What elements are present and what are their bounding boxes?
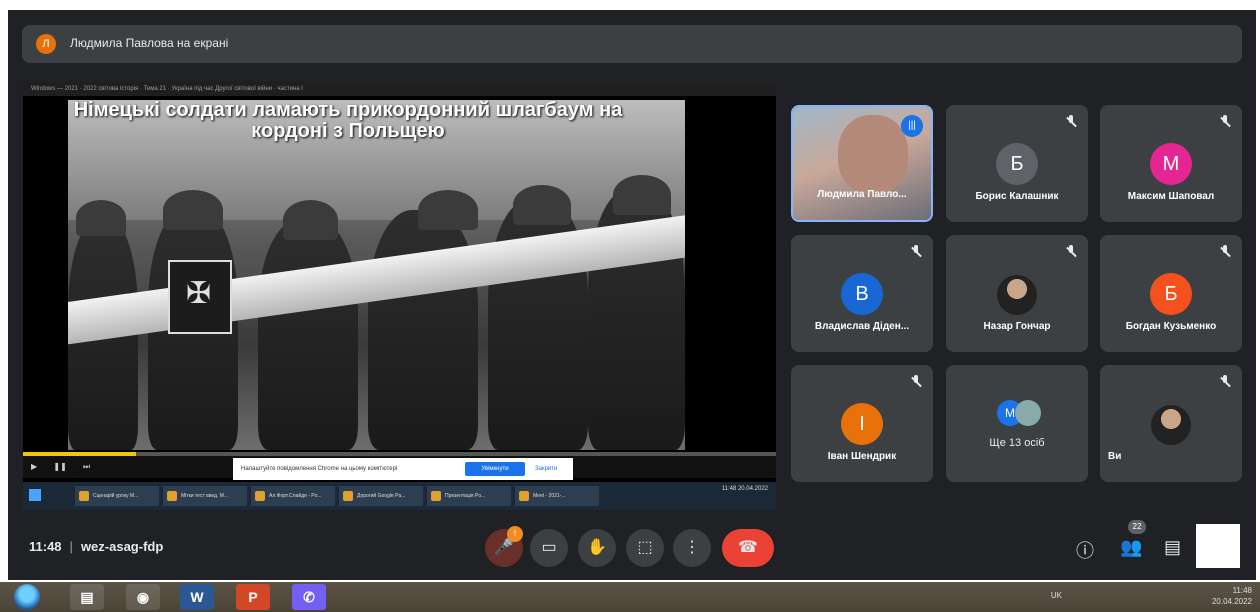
slide-caption: Німецькі солдати ламають прикордонний шл… bbox=[73, 99, 623, 142]
people-count-badge: 22 bbox=[1128, 520, 1146, 534]
leave-call-button[interactable]: ☎ bbox=[722, 529, 774, 567]
language-indicator[interactable]: UK bbox=[1051, 591, 1062, 600]
shared-taskbar-item[interactable]: Meet - 2021-... bbox=[515, 486, 599, 506]
mic-muted-icon bbox=[1220, 115, 1230, 129]
meeting-info-icon[interactable]: ⓘ bbox=[1076, 537, 1094, 563]
chrome-icon[interactable]: ◉ bbox=[126, 584, 160, 610]
polish-eagle-sign bbox=[168, 260, 232, 334]
participant-avatar: Б bbox=[996, 143, 1038, 185]
shared-window-titlebar: Windows — 2021 · 2022 світова історія · … bbox=[23, 82, 776, 96]
activities-panel-placeholder bbox=[1196, 524, 1240, 568]
mic-muted-icon bbox=[1066, 115, 1076, 129]
system-clock: 11:48 20.04.2022 bbox=[1192, 585, 1252, 607]
next-icon[interactable]: ⏭ bbox=[83, 462, 90, 472]
meeting-details: 11:48 | wez-asag-fdp bbox=[29, 539, 164, 554]
participant-avatar: В bbox=[841, 273, 883, 315]
historical-photo bbox=[68, 100, 685, 450]
meeting-time: 11:48 bbox=[29, 539, 62, 554]
word-icon[interactable]: W bbox=[180, 584, 214, 610]
participant-avatar: М bbox=[1150, 143, 1192, 185]
shared-taskbar-item[interactable]: Ал.Форт.Слайди - Po... bbox=[251, 486, 335, 506]
mic-warning-badge: ! bbox=[507, 526, 523, 542]
chat-icon[interactable]: ▤ bbox=[1164, 537, 1181, 558]
participant-tile[interactable]: Назар Гончар bbox=[946, 235, 1088, 352]
system-date: 20.04.2022 bbox=[1211, 597, 1252, 606]
participant-tile-presenter[interactable]: ||| Людмила Павло... bbox=[791, 105, 933, 222]
participant-name: Іван Шендрик bbox=[827, 451, 897, 462]
participant-tile[interactable]: І Іван Шендрик bbox=[791, 365, 933, 482]
participant-tile-self[interactable]: Ви bbox=[1100, 365, 1242, 482]
notification-text: Налаштуйте повідомлення Chrome на цьому … bbox=[241, 466, 398, 472]
meeting-code: wez-asag-fdp bbox=[80, 539, 164, 554]
presenter-banner: Л Людмила Павлова на екрані bbox=[22, 25, 1242, 63]
camera-toggle-button[interactable]: ▭ bbox=[530, 529, 568, 567]
participant-photo-avatar bbox=[997, 275, 1037, 315]
mic-muted-icon bbox=[1220, 245, 1230, 259]
play-icon[interactable]: ▶ bbox=[31, 462, 37, 471]
shared-taskbar-item[interactable]: Сценарій уроку M... bbox=[75, 486, 159, 506]
participant-tile[interactable]: В Владислав Діден... bbox=[791, 235, 933, 352]
shared-taskbar: Сценарій уроку M... Мітки тест введ. М...… bbox=[23, 482, 776, 510]
participant-name: Назар Гончар bbox=[983, 321, 1051, 332]
file-explorer-icon[interactable]: ▤ bbox=[70, 584, 104, 610]
more-participants-tile[interactable]: М Ще 13 осіб bbox=[946, 365, 1088, 482]
powerpoint-icon[interactable]: P bbox=[236, 584, 270, 610]
shared-screen: Windows — 2021 · 2022 світова історія · … bbox=[23, 82, 776, 510]
presenter-avatar: Л bbox=[36, 34, 56, 54]
presenter-label: Людмила Павлова на екрані bbox=[70, 36, 229, 50]
mic-muted-icon bbox=[911, 375, 921, 389]
windows-start-orb-icon[interactable] bbox=[14, 584, 40, 610]
mic-muted-icon bbox=[1220, 375, 1230, 389]
participant-photo-avatar bbox=[1015, 400, 1041, 426]
more-participants-avatars: М bbox=[997, 400, 1041, 426]
viber-icon[interactable]: ✆ bbox=[292, 584, 326, 610]
shared-clock: 11:48 20.04.2022 bbox=[721, 486, 768, 492]
chrome-notification: Налаштуйте повідомлення Chrome на цьому … bbox=[233, 458, 573, 480]
mic-muted-icon bbox=[1066, 245, 1076, 259]
participant-name: Богдан Кузьменко bbox=[1125, 321, 1217, 332]
more-options-button[interactable]: ⋮ bbox=[673, 529, 711, 567]
notification-enable-button[interactable]: Увімкнути bbox=[465, 462, 525, 476]
shared-taskbar-item[interactable]: Мітки тест введ. М... bbox=[163, 486, 247, 506]
self-photo-avatar bbox=[1151, 405, 1191, 445]
participant-name: Ви bbox=[1108, 451, 1122, 462]
more-participants-label: Ще 13 осіб bbox=[989, 437, 1045, 449]
system-time: 11:48 bbox=[1232, 586, 1252, 595]
participant-tile[interactable]: Б Борис Калашник bbox=[946, 105, 1088, 222]
participant-name: Людмила Павло... bbox=[817, 189, 907, 200]
windows-start-icon bbox=[29, 489, 41, 501]
raise-hand-button[interactable]: ✋ bbox=[578, 529, 616, 567]
mic-muted-icon bbox=[911, 245, 921, 259]
participant-tile[interactable]: Б Богдан Кузьменко bbox=[1100, 235, 1242, 352]
participant-avatar: І bbox=[841, 403, 883, 445]
pause-icon[interactable]: ❚❚ bbox=[53, 462, 66, 471]
shared-taskbar-item[interactable]: Дорогий Google Pa... bbox=[339, 486, 423, 506]
participant-name: Борис Калашник bbox=[975, 191, 1059, 202]
participant-avatar: Б bbox=[1150, 273, 1192, 315]
windows-taskbar: ▤ ◉ W P ✆ UK 11:48 20.04.2022 bbox=[0, 582, 1260, 612]
participant-name: Максим Шаповал bbox=[1127, 191, 1215, 202]
speaking-indicator-icon: ||| bbox=[901, 115, 923, 137]
people-icon[interactable]: 👥 bbox=[1120, 537, 1142, 558]
participant-name: Владислав Діден... bbox=[814, 321, 910, 332]
present-screen-button[interactable]: ⬚ bbox=[626, 529, 664, 567]
notification-close-link[interactable]: Закрити bbox=[535, 458, 557, 480]
participant-tile[interactable]: М Максим Шаповал bbox=[1100, 105, 1242, 222]
shared-taskbar-item[interactable]: Презентація Po... bbox=[427, 486, 511, 506]
